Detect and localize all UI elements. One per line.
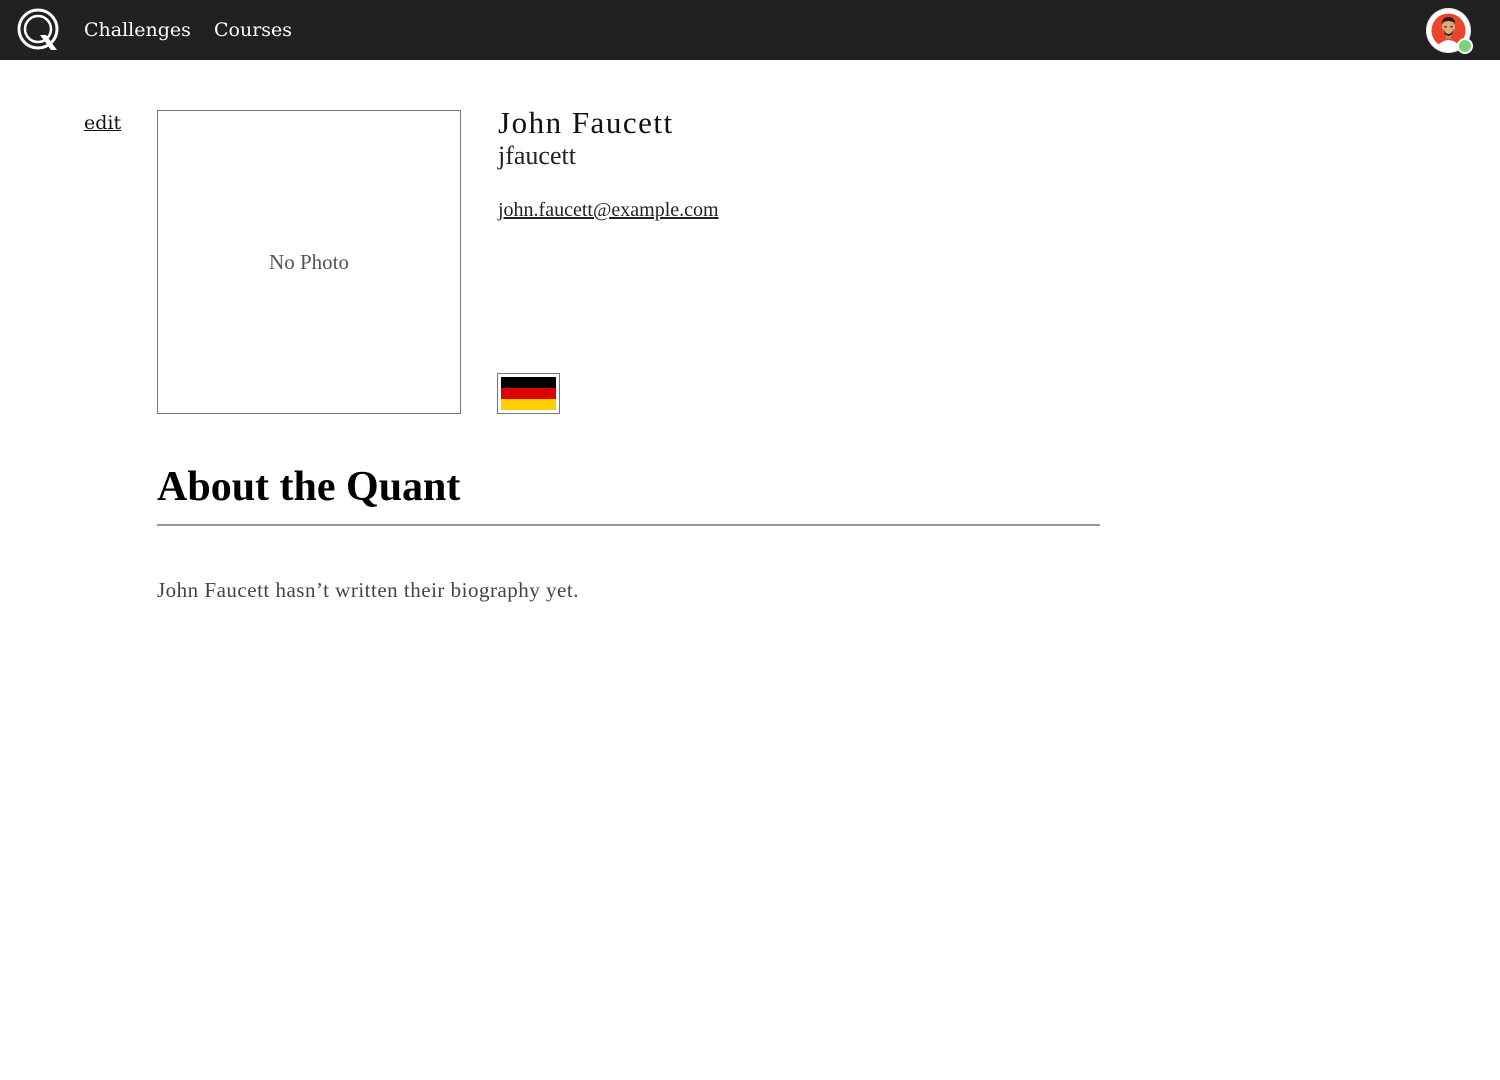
top-navbar: Challenges Courses bbox=[0, 0, 1500, 60]
nav-challenges-link[interactable]: Challenges bbox=[84, 18, 191, 42]
edit-profile-link[interactable]: edit bbox=[84, 111, 121, 135]
user-menu-button[interactable] bbox=[1426, 8, 1473, 54]
profile-username: jfaucett bbox=[498, 141, 576, 170]
online-status-indicator bbox=[1457, 38, 1473, 54]
profile-photo-placeholder: No Photo bbox=[157, 110, 461, 414]
about-heading: About the Quant bbox=[157, 464, 461, 510]
flag-stripe-black bbox=[501, 377, 556, 388]
germany-flag-icon bbox=[497, 373, 560, 414]
no-photo-label: No Photo bbox=[269, 249, 349, 274]
flag-stripe-gold bbox=[501, 399, 556, 410]
q-logo-icon[interactable] bbox=[17, 8, 61, 52]
profile-full-name: John Faucett bbox=[498, 105, 674, 140]
about-divider bbox=[157, 524, 1100, 526]
nav-courses-link[interactable]: Courses bbox=[214, 18, 292, 42]
flag-stripe-red bbox=[501, 388, 556, 399]
profile-email-link[interactable]: john.faucett@example.com bbox=[498, 197, 719, 223]
biography-text: John Faucett hasn’t written their biogra… bbox=[157, 578, 579, 602]
